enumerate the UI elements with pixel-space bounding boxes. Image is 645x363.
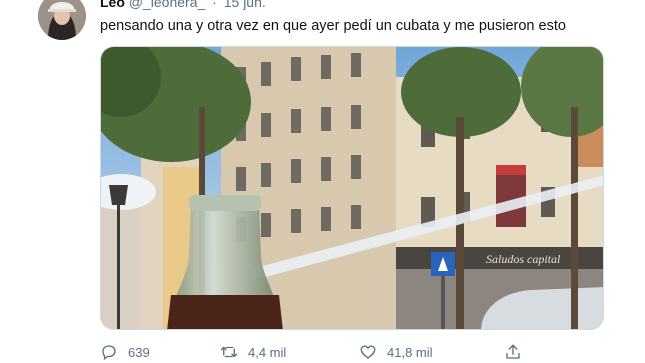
shop-sign: Saludos capital (486, 252, 561, 266)
share-icon (506, 344, 520, 359)
reply-count: 639 (128, 344, 150, 360)
tweet-actions: 639 4,4 mil 41,8 mil (100, 343, 604, 363)
tweet-text: pensando una y otra vez en que ayer pedí… (100, 18, 566, 34)
like-button[interactable]: 41,8 mil (359, 343, 433, 361)
retweet-icon (220, 346, 238, 358)
share-button[interactable] (504, 343, 522, 361)
tweet-header: Leo @_leonera_ · 15 jun. (100, 0, 266, 10)
street-photo: Saludos capital (101, 47, 603, 329)
avatar[interactable] (38, 0, 86, 40)
separator-dot: · (212, 0, 217, 10)
tweet-photo[interactable]: Saludos capital (100, 46, 604, 330)
author-handle[interactable]: @_leonera_ (129, 0, 206, 10)
like-icon (360, 345, 376, 359)
retweet-button[interactable]: 4,4 mil (220, 343, 286, 361)
like-count: 41,8 mil (387, 344, 433, 360)
avatar-image (38, 0, 86, 40)
retweet-count: 4,4 mil (248, 344, 287, 360)
reply-button[interactable]: 639 (100, 343, 150, 361)
reply-icon (102, 345, 116, 361)
author-name[interactable]: Leo (100, 0, 125, 10)
tweet-date[interactable]: 15 jun. (224, 0, 266, 10)
